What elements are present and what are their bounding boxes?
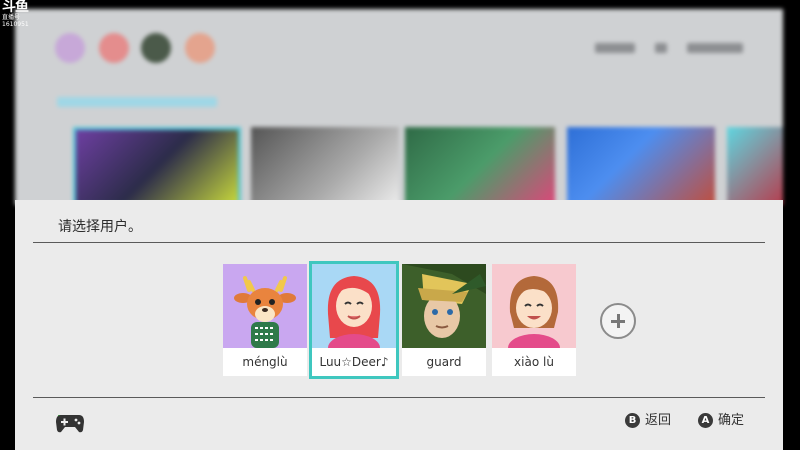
mii-red-hair-icon <box>312 264 396 348</box>
bg-game-tile <box>405 127 555 205</box>
user-select-dialog: 请选择用户。 ménglù Luu☆Deer♪ guard xiào lù B … <box>15 200 783 450</box>
user-card-guard[interactable]: guard <box>402 264 486 376</box>
watermark-room-id: 1610951 <box>2 21 29 28</box>
user-name: Luu☆Deer♪ <box>319 355 389 369</box>
user-name: ménglù <box>242 355 288 369</box>
divider <box>33 397 765 398</box>
dialog-prompt: 请选择用户。 <box>58 219 142 235</box>
bg-game-tile <box>727 127 783 205</box>
bg-game-tile <box>567 127 715 205</box>
b-button-icon: B <box>625 413 640 428</box>
watermark-label: 直播号 <box>2 14 21 21</box>
bg-status-bar <box>655 43 667 53</box>
bg-banner <box>57 97 217 107</box>
controller-indicator <box>55 404 85 436</box>
confirm-hint[interactable]: A 确定 <box>698 412 744 430</box>
a-button-icon: A <box>698 413 713 428</box>
stream-watermark: 斗鱼 直播号 1610951 <box>2 0 36 30</box>
user-card-luudeer[interactable]: Luu☆Deer♪ <box>309 261 399 379</box>
bg-user-avatar <box>185 33 215 63</box>
confirm-label: 确定 <box>718 413 745 428</box>
home-menu-background <box>15 9 783 205</box>
user-name: guard <box>426 355 462 369</box>
bg-game-tile <box>73 127 241 205</box>
back-hint[interactable]: B 返回 <box>625 412 671 430</box>
back-label: 返回 <box>645 413 672 428</box>
bg-status-bar <box>595 43 635 53</box>
deer-villager-icon <box>223 264 307 348</box>
bg-user-avatar <box>99 33 129 63</box>
bg-user-avatar <box>55 33 85 63</box>
link-character-icon <box>402 264 486 348</box>
switch-screen: 斗鱼 直播号 1610951 请选择用户。 ménglù Luu☆Deer♪ g… <box>0 0 800 450</box>
bg-user-avatar <box>141 33 171 63</box>
user-name: xiào lù <box>514 355 554 369</box>
watermark-logo: 斗鱼 <box>2 0 29 15</box>
user-card-menglu[interactable]: ménglù <box>223 264 307 376</box>
user-card-xiaolu[interactable]: xiào lù <box>492 264 576 376</box>
bg-game-tile <box>251 127 399 205</box>
bg-status-bar <box>687 43 743 53</box>
mii-brown-hair-icon <box>492 264 576 348</box>
add-user-button[interactable] <box>600 303 636 339</box>
divider <box>33 242 765 243</box>
gamepad-icon <box>56 415 84 433</box>
